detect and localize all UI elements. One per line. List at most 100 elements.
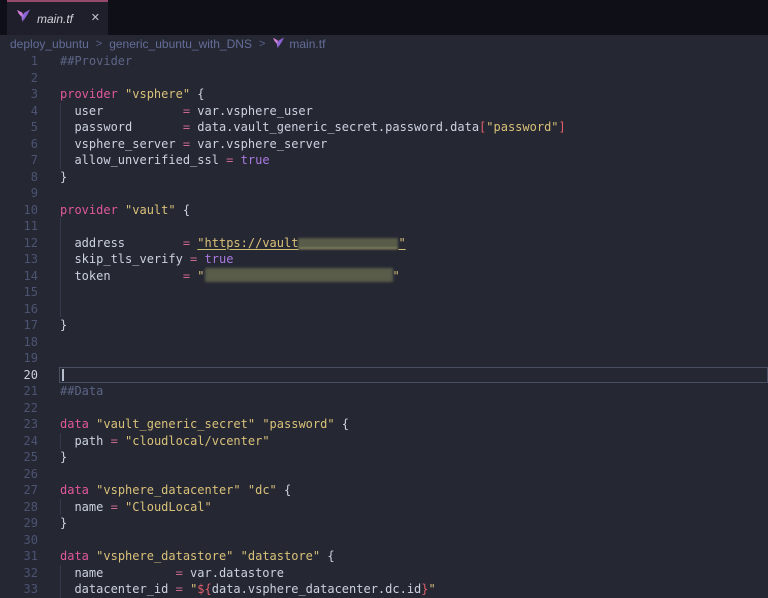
- line-number[interactable]: 1: [0, 53, 38, 70]
- line-number[interactable]: 6: [0, 136, 38, 153]
- line-number[interactable]: 13: [0, 251, 38, 268]
- code-text: name = var.datastore: [60, 565, 284, 582]
- redacted-secret: [298, 238, 398, 249]
- tab-bar: main.tf ✕: [0, 0, 768, 35]
- chevron-right-icon: >: [259, 38, 265, 50]
- indent-guide: [60, 301, 61, 318]
- code-line[interactable]: 30: [0, 532, 768, 549]
- breadcrumb-item-main-tf[interactable]: main.tf: [272, 37, 325, 52]
- line-number[interactable]: 8: [0, 169, 38, 186]
- code-text: }: [60, 169, 67, 186]
- code-line[interactable]: 3 provider "vsphere" {: [0, 86, 768, 103]
- code-line[interactable]: 6 vsphere_server = var.vsphere_server: [0, 136, 768, 153]
- line-number[interactable]: 18: [0, 334, 38, 351]
- line-number[interactable]: 33: [0, 581, 38, 598]
- code-line[interactable]: 25}: [0, 449, 768, 466]
- line-number[interactable]: 14: [0, 268, 38, 285]
- code-line[interactable]: 27data "vsphere_datacenter" "dc" {: [0, 482, 768, 499]
- code-text: datacenter_id = "${data.vsphere_datacent…: [60, 581, 436, 598]
- code-line[interactable]: 11: [0, 218, 768, 235]
- line-number[interactable]: 2: [0, 70, 38, 87]
- code-line[interactable]: 29}: [0, 515, 768, 532]
- line-number[interactable]: 27: [0, 482, 38, 499]
- code-line[interactable]: 31 data "vsphere_datastore" "datastore" {: [0, 548, 768, 565]
- code-line[interactable]: 12 address = "https://vault": [0, 235, 768, 252]
- line-number[interactable]: 7: [0, 152, 38, 169]
- code-text: skip_tls_verify = true: [60, 251, 233, 268]
- line-number[interactable]: 26: [0, 466, 38, 483]
- close-icon[interactable]: ✕: [91, 13, 100, 24]
- code-text: data "vsphere_datastore" "datastore" {: [60, 548, 335, 565]
- line-number[interactable]: 24: [0, 433, 38, 450]
- code-line[interactable]: 19: [0, 350, 768, 367]
- code-line[interactable]: 10 provider "vault" {: [0, 202, 768, 219]
- line-number[interactable]: 30: [0, 532, 38, 549]
- code-line[interactable]: 9: [0, 185, 768, 202]
- line-number[interactable]: 17: [0, 317, 38, 334]
- line-number[interactable]: 22: [0, 400, 38, 417]
- code-line[interactable]: 26: [0, 466, 768, 483]
- code-text: token = "": [60, 268, 400, 285]
- text-cursor: [62, 369, 64, 381]
- code-text: password = data.vault_generic_secret.pas…: [60, 119, 566, 136]
- line-number[interactable]: 23: [0, 416, 38, 433]
- line-number[interactable]: 20: [0, 367, 38, 384]
- line-number[interactable]: 25: [0, 449, 38, 466]
- code-line[interactable]: 16: [0, 301, 768, 318]
- line-number[interactable]: 28: [0, 499, 38, 516]
- code-line[interactable]: 21 ##Data: [0, 383, 768, 400]
- redacted-secret: [205, 268, 393, 282]
- code-text: ##Provider: [60, 53, 132, 70]
- tab-main-tf[interactable]: main.tf ✕: [7, 0, 108, 35]
- code-text: data "vault_generic_secret" "password" {: [60, 416, 349, 433]
- breadcrumb-item-deploy-ubuntu[interactable]: deploy_ubuntu: [10, 37, 89, 51]
- code-text: ##Data: [60, 383, 103, 400]
- code-line[interactable]: 4 user = var.vsphere_user: [0, 103, 768, 120]
- code-line[interactable]: 28 name = "CloudLocal": [0, 499, 768, 516]
- line-number[interactable]: 12: [0, 235, 38, 252]
- code-text: provider "vsphere" {: [60, 86, 205, 103]
- line-number[interactable]: 4: [0, 103, 38, 120]
- code-line[interactable]: 17}: [0, 317, 768, 334]
- breadcrumb-item-generic-ubuntu-with-dns[interactable]: generic_ubuntu_with_DNS: [109, 37, 252, 51]
- code-line[interactable]: 14 token = "": [0, 268, 768, 285]
- code-text: }: [60, 449, 67, 466]
- code-text: vsphere_server = var.vsphere_server: [60, 136, 327, 153]
- code-line[interactable]: 1 ##Provider: [0, 53, 768, 70]
- code-text: }: [60, 317, 67, 334]
- code-line[interactable]: 24 path = "cloudlocal/vcenter": [0, 433, 768, 450]
- code-text: provider "vault" {: [60, 202, 190, 219]
- code-line[interactable]: 18: [0, 334, 768, 351]
- code-line[interactable]: 20: [0, 367, 768, 384]
- code-line[interactable]: 22: [0, 400, 768, 417]
- cursor-line-highlight: [59, 367, 768, 384]
- line-number[interactable]: 21: [0, 383, 38, 400]
- code-line[interactable]: 8}: [0, 169, 768, 186]
- code-line[interactable]: 2: [0, 70, 768, 87]
- line-number[interactable]: 31: [0, 548, 38, 565]
- line-number[interactable]: 15: [0, 284, 38, 301]
- line-number[interactable]: 29: [0, 515, 38, 532]
- line-number[interactable]: 16: [0, 301, 38, 318]
- line-number[interactable]: 5: [0, 119, 38, 136]
- tab-label: main.tf: [37, 12, 73, 26]
- code-line[interactable]: 15: [0, 284, 768, 301]
- terraform-icon: [272, 37, 285, 52]
- code-line[interactable]: 33 datacenter_id = "${data.vsphere_datac…: [0, 581, 768, 598]
- line-number[interactable]: 32: [0, 565, 38, 582]
- line-number[interactable]: 3: [0, 86, 38, 103]
- terraform-icon: [16, 9, 31, 28]
- code-area[interactable]: 1 ##Provider 23 provider "vsphere" {4 user …: [0, 53, 768, 598]
- line-number[interactable]: 10: [0, 202, 38, 219]
- code-line[interactable]: 13 skip_tls_verify = true: [0, 251, 768, 268]
- code-line[interactable]: 23 data "vault_generic_secret" "password"…: [0, 416, 768, 433]
- line-number[interactable]: 19: [0, 350, 38, 367]
- breadcrumb: deploy_ubuntu > generic_ubuntu_with_DNS …: [0, 35, 768, 53]
- line-number[interactable]: 11: [0, 218, 38, 235]
- code-line[interactable]: 7 allow_unverified_ssl = true: [0, 152, 768, 169]
- code-line[interactable]: 32 name = var.datastore: [0, 565, 768, 582]
- indent-guide: [60, 284, 61, 301]
- code-line[interactable]: 5 password = data.vault_generic_secret.p…: [0, 119, 768, 136]
- line-number[interactable]: 9: [0, 185, 38, 202]
- code-text: allow_unverified_ssl = true: [60, 152, 270, 169]
